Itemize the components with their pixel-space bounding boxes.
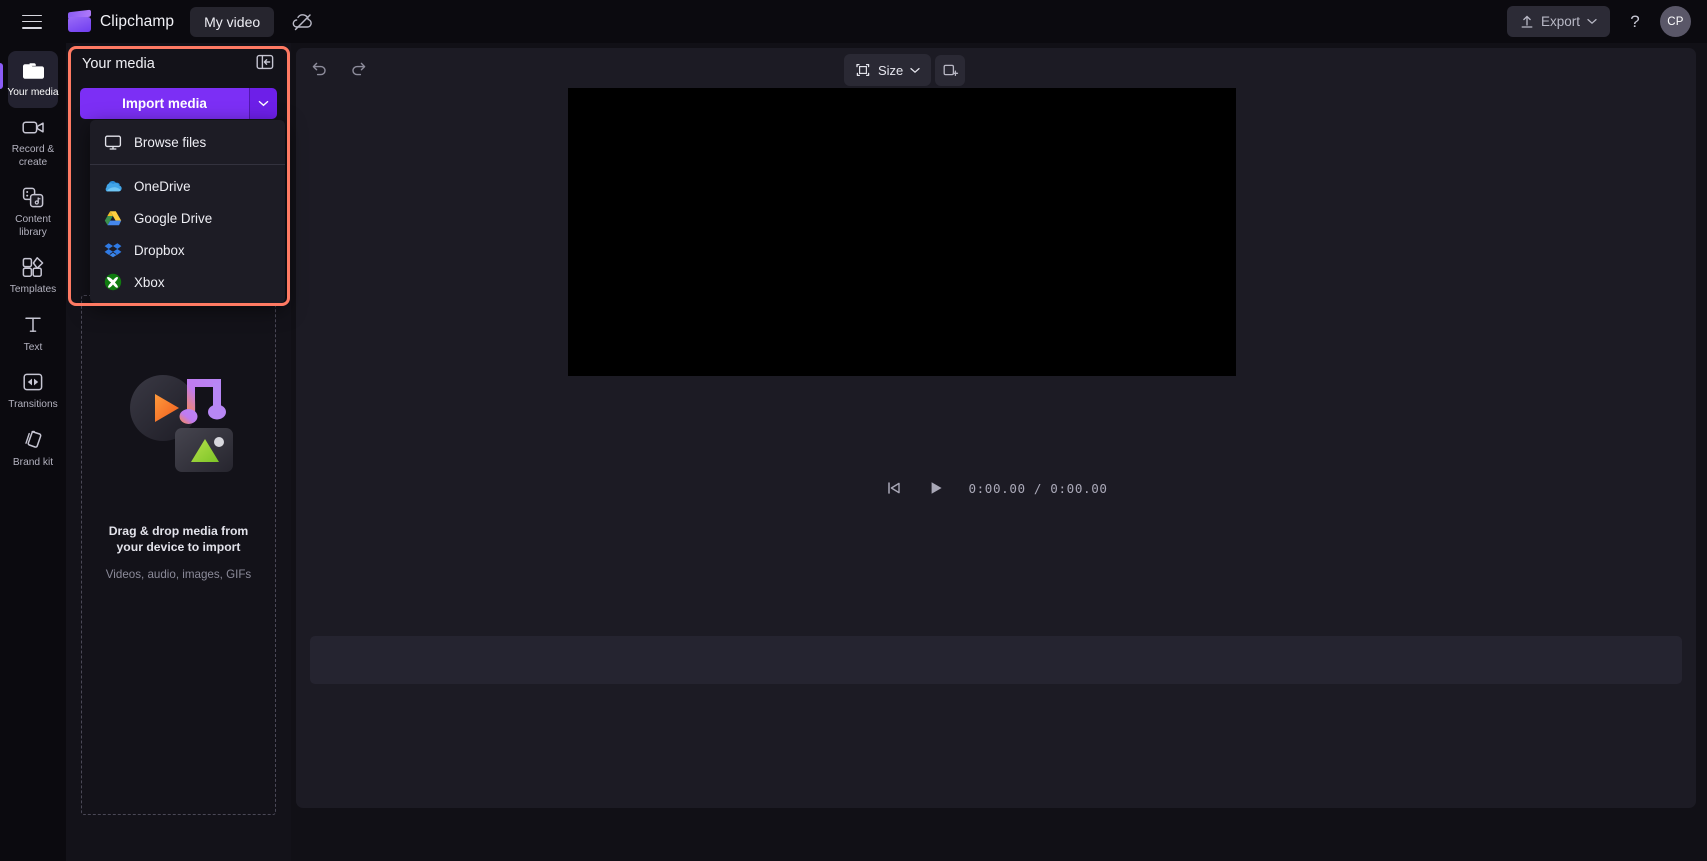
sidebar-item-transitions[interactable]: Transitions bbox=[0, 361, 66, 418]
export-button[interactable]: Export bbox=[1506, 6, 1610, 37]
play-icon[interactable] bbox=[926, 478, 946, 498]
monitor-icon bbox=[103, 133, 122, 152]
sidebar-item-content-library[interactable]: Content library bbox=[0, 176, 66, 246]
content-library-icon bbox=[20, 185, 46, 209]
upload-arrow-icon bbox=[1520, 14, 1534, 29]
text-t-icon bbox=[20, 313, 46, 337]
editor-stage: Size 0:00.00 / 0:00.00 bbox=[296, 48, 1696, 808]
media-dropzone[interactable]: Drag & drop media from your device to im… bbox=[81, 295, 276, 815]
time-total: 0:00.00 bbox=[1050, 480, 1108, 496]
menu-item-label: OneDrive bbox=[134, 178, 191, 194]
menu-item-google-drive[interactable]: Google Drive bbox=[90, 202, 285, 234]
panel-header: Your media bbox=[66, 43, 291, 85]
skip-to-start-icon[interactable] bbox=[884, 478, 904, 498]
dropbox-icon bbox=[103, 241, 122, 260]
menu-item-label: Google Drive bbox=[134, 210, 213, 226]
hamburger-menu-icon[interactable] bbox=[22, 14, 42, 29]
menu-item-label: Xbox bbox=[134, 274, 165, 290]
size-button[interactable]: Size bbox=[844, 54, 932, 86]
playback-controls: 0:00.00 / 0:00.00 bbox=[296, 468, 1696, 508]
import-media-dropdown-menu: Browse files OneDrive Google Drive Dropb… bbox=[90, 120, 285, 303]
chevron-down-icon bbox=[910, 67, 920, 74]
folder-icon bbox=[20, 58, 46, 82]
size-label: Size bbox=[878, 62, 904, 78]
top-bar: Clipchamp My video Export ? CP bbox=[0, 0, 1707, 43]
brand-name: Clipchamp bbox=[100, 12, 175, 30]
time-current: 0:00.00 bbox=[968, 480, 1026, 496]
left-sidebar-rail: Your media Record & create Content libra… bbox=[0, 43, 66, 861]
menu-separator bbox=[90, 164, 285, 165]
sidebar-item-label: Transitions bbox=[8, 399, 58, 411]
import-media-dropdown-toggle[interactable] bbox=[249, 88, 277, 119]
menu-item-dropbox[interactable]: Dropbox bbox=[90, 234, 285, 266]
clipchamp-logo-icon bbox=[68, 9, 91, 32]
video-preview-canvas[interactable] bbox=[568, 88, 1236, 376]
cloud-off-icon[interactable] bbox=[290, 9, 316, 35]
menu-item-browse-files[interactable]: Browse files bbox=[90, 126, 285, 158]
menu-item-xbox[interactable]: Xbox bbox=[90, 266, 285, 298]
sidebar-item-record-create[interactable]: Record & create bbox=[0, 106, 66, 176]
video-camera-icon bbox=[20, 115, 46, 139]
templates-grid-icon bbox=[20, 255, 46, 279]
undo-redo-group bbox=[310, 59, 370, 79]
dropzone-subtext: Videos, audio, images, GIFs bbox=[105, 568, 252, 582]
menu-item-label: Dropbox bbox=[134, 242, 185, 258]
redo-icon[interactable] bbox=[350, 59, 370, 79]
timeline-track[interactable] bbox=[310, 636, 1682, 684]
sidebar-item-label: Record & create bbox=[11, 144, 55, 168]
xbox-icon bbox=[103, 273, 122, 292]
sidebar-item-templates[interactable]: Templates bbox=[0, 246, 66, 303]
chevron-down-icon bbox=[1587, 18, 1597, 25]
sidebar-item-text[interactable]: Text bbox=[0, 304, 66, 361]
add-frame-button[interactable] bbox=[935, 54, 966, 86]
user-avatar[interactable]: CP bbox=[1660, 6, 1691, 37]
dropzone-headline: Drag & drop media from your device to im… bbox=[108, 524, 249, 554]
time-separator: / bbox=[1033, 480, 1043, 496]
sidebar-item-label: Content library bbox=[15, 214, 51, 238]
export-label: Export bbox=[1540, 14, 1580, 29]
media-illustration bbox=[109, 346, 249, 486]
crop-frame-icon bbox=[855, 62, 871, 78]
import-media-button[interactable]: Import media bbox=[80, 88, 249, 119]
topbar-right-controls: Export ? CP bbox=[1506, 6, 1707, 37]
sidebar-item-label: Text bbox=[23, 341, 43, 353]
google-drive-icon bbox=[103, 209, 122, 228]
stage-toolbar: Size bbox=[296, 48, 1696, 92]
import-media-split-button: Import media bbox=[80, 88, 277, 119]
sidebar-item-label: Templates bbox=[9, 284, 57, 296]
transitions-icon bbox=[20, 370, 46, 394]
collapse-panel-icon[interactable] bbox=[255, 53, 277, 75]
size-controls: Size bbox=[844, 54, 966, 86]
add-frame-icon bbox=[942, 62, 959, 79]
sidebar-item-brand-kit[interactable]: Brand kit bbox=[0, 419, 66, 476]
project-name-chip[interactable]: My video bbox=[190, 6, 275, 37]
onedrive-icon bbox=[103, 177, 122, 196]
brand-kit-icon bbox=[20, 428, 46, 452]
playback-time: 0:00.00 / 0:00.00 bbox=[968, 481, 1107, 496]
menu-item-label: Browse files bbox=[134, 134, 207, 150]
panel-title: Your media bbox=[82, 56, 155, 72]
brand: Clipchamp bbox=[68, 9, 175, 32]
undo-icon[interactable] bbox=[310, 59, 330, 79]
sidebar-item-label: Brand kit bbox=[12, 456, 54, 468]
help-button[interactable]: ? bbox=[1620, 7, 1650, 37]
project-name-label: My video bbox=[204, 13, 261, 30]
sidebar-item-label: Your media bbox=[7, 87, 59, 98]
sidebar-item-your-media[interactable]: Your media bbox=[0, 49, 66, 109]
clipchamp-app-window: Clipchamp My video Export ? CP Your medi… bbox=[0, 0, 1707, 861]
menu-item-onedrive[interactable]: OneDrive bbox=[90, 170, 285, 202]
